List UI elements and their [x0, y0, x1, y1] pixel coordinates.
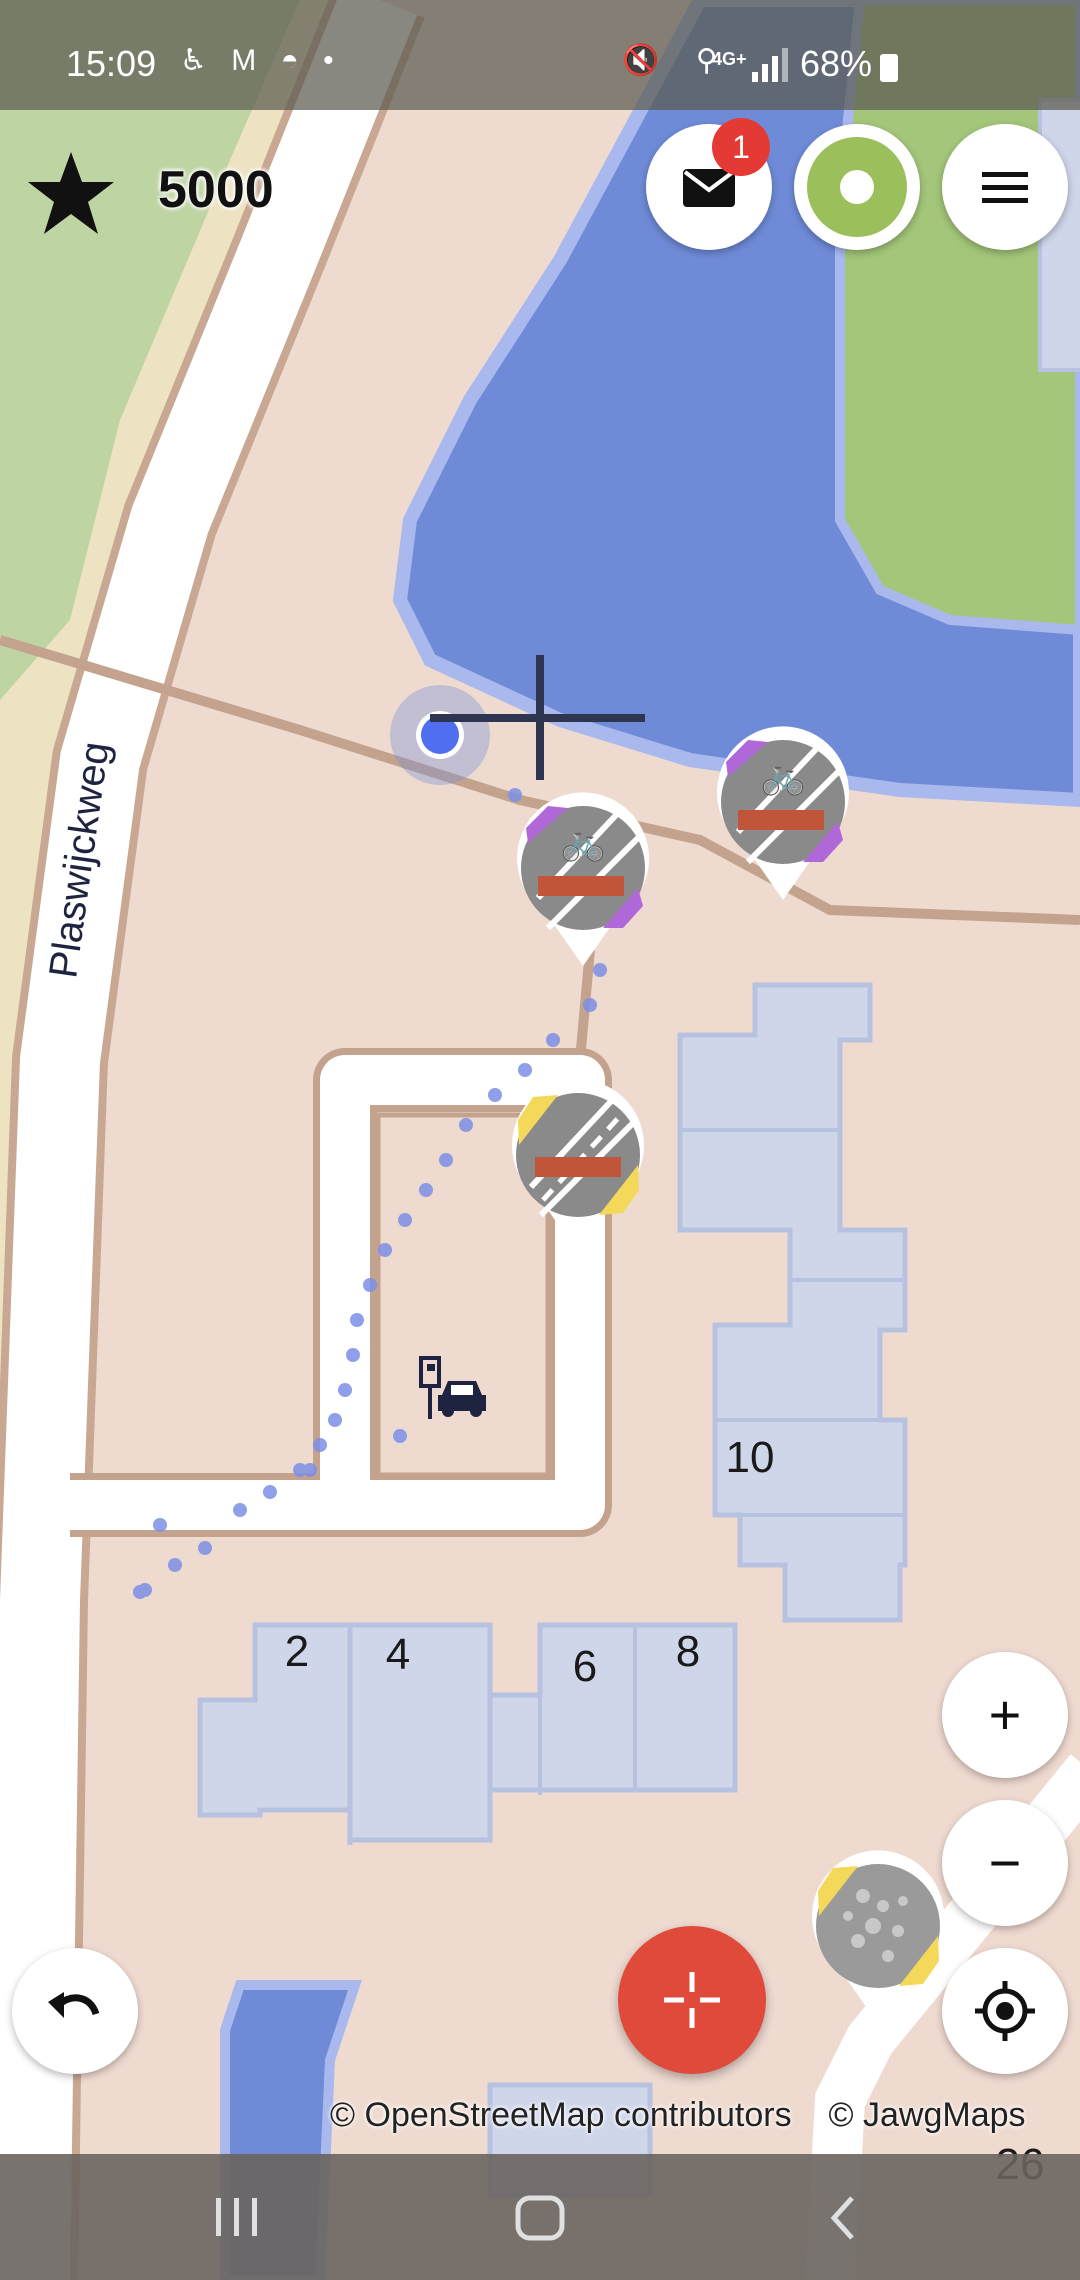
- locate-me-button[interactable]: [942, 1948, 1068, 2074]
- dot-icon: •: [323, 44, 342, 77]
- recent-apps-icon[interactable]: [216, 2198, 257, 2236]
- 4g-plus-icon: 4G+: [712, 49, 747, 69]
- svg-text:🚲: 🚲: [761, 756, 806, 797]
- mute-icon: 🔇: [622, 44, 674, 77]
- signal-icon: [752, 48, 788, 82]
- status-bar: 15:09 ♿ M ◓ • 🔇 ⚲ 4G+ 68%: [0, 0, 1080, 110]
- star-icon: [28, 152, 114, 234]
- messages-badge: 1: [712, 118, 770, 176]
- back-icon[interactable]: [830, 2196, 854, 2240]
- undo-icon: [48, 1992, 100, 2018]
- quest-pin-road-surface[interactable]: [803, 1846, 953, 2026]
- house-number: 8: [675, 1627, 701, 1676]
- svg-text:🚲: 🚲: [561, 822, 606, 863]
- system-nav-bar: [0, 2154, 1080, 2280]
- home-icon[interactable]: [515, 2195, 565, 2241]
- messages-button[interactable]: 1: [646, 118, 772, 250]
- overlay-toggle-icon: [807, 137, 907, 237]
- map-attribution[interactable]: © OpenStreetMap contributors © JawgMaps: [330, 2096, 1026, 2135]
- overlay-toggle-button[interactable]: [794, 124, 920, 250]
- zoom-out-label: −: [988, 1831, 1022, 1894]
- zoom-in-button[interactable]: +: [942, 1652, 1068, 1778]
- car-parking-icon[interactable]: [418, 1355, 492, 1425]
- gps-icon: [975, 1981, 1035, 2041]
- quest-pin-bike-lane-width[interactable]: 🚲: [508, 788, 658, 968]
- zoom-out-button[interactable]: −: [942, 1800, 1068, 1926]
- create-note-button[interactable]: [618, 1926, 766, 2074]
- main-menu-button[interactable]: [942, 124, 1068, 250]
- gmail-icon: M: [231, 44, 265, 77]
- house-number: 10: [725, 1433, 775, 1482]
- battery-icon: [880, 54, 898, 82]
- person-icon: ♿: [180, 44, 215, 77]
- hamburger-menu-icon: [982, 172, 1028, 203]
- crosshair-add-icon: [664, 1972, 720, 2028]
- quest-pin-bike-lane-width[interactable]: 🚲: [708, 722, 858, 902]
- zoom-in-label: +: [988, 1683, 1022, 1746]
- quest-pin-road-width[interactable]: [503, 1075, 653, 1255]
- house-number: 6: [572, 1642, 598, 1691]
- battery-percent: 68%: [800, 43, 873, 84]
- score-value: 5000: [158, 161, 274, 219]
- osm-attribution[interactable]: © OpenStreetMap contributors: [330, 2096, 792, 2134]
- notification-icons: ♿ M ◓ •: [180, 46, 342, 76]
- jawg-attribution[interactable]: © JawgMaps: [829, 2096, 1026, 2134]
- house-number: 2: [284, 1627, 310, 1676]
- status-time: 15:09: [66, 43, 157, 84]
- undo-button[interactable]: [12, 1948, 138, 2074]
- incognito-icon: ◓: [280, 44, 307, 77]
- house-number: 4: [385, 1630, 411, 1679]
